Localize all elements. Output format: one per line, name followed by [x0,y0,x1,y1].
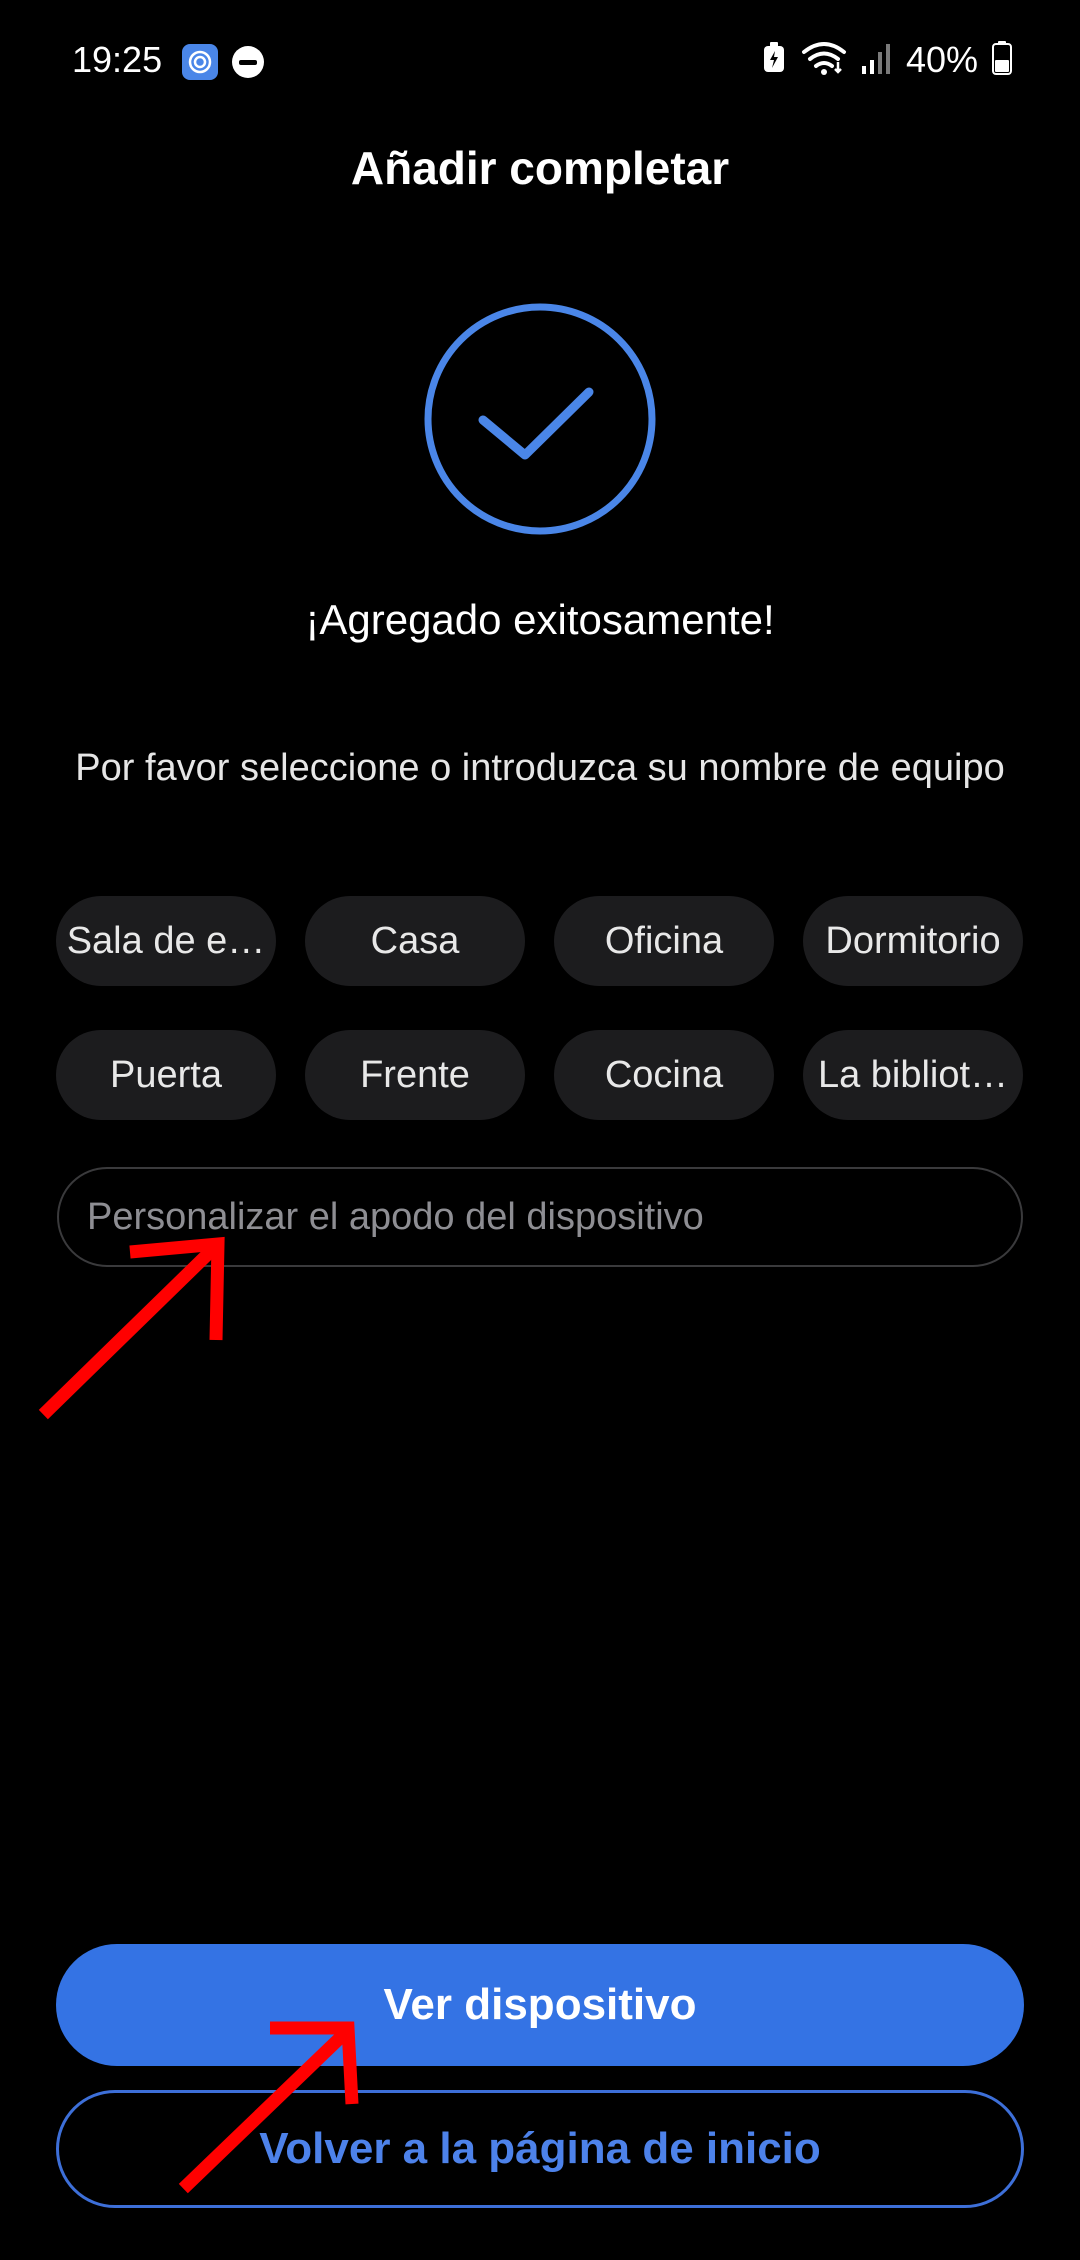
battery-percent: 40% [905,39,978,80]
chip-cocina[interactable]: Cocina [554,1030,774,1120]
page-title: Añadir completar [350,142,730,194]
chip-oficina[interactable]: Oficina [554,896,774,986]
device-name-chips: Sala de e… Casa Oficina Dormitorio Puert… [56,896,1024,1120]
chip-sala-de-estar[interactable]: Sala de e… [56,896,276,986]
app-notification-icon [182,44,218,80]
chip-dormitorio[interactable]: Dormitorio [803,896,1023,986]
view-device-button[interactable]: Ver dispositivo [56,1944,1024,2066]
status-bar: 19:25 40% [0,0,1080,120]
do-not-disturb-icon [232,46,264,78]
chip-biblioteca[interactable]: La bibliot… [803,1030,1023,1120]
back-to-home-button[interactable]: Volver a la página de inicio [56,2090,1024,2208]
status-right-icons: 40% [762,38,1012,82]
chip-frente[interactable]: Frente [305,1030,525,1120]
chip-casa[interactable]: Casa [305,896,525,986]
wifi-icon [800,40,848,81]
chip-puerta[interactable]: Puerta [56,1030,276,1120]
battery-saver-icon [762,41,786,79]
device-nickname-input[interactable] [57,1167,1023,1267]
battery-icon [992,40,1012,80]
signal-icon [861,42,892,79]
success-message: ¡Agregado exitosamente! [305,596,775,643]
instruction-text: Por favor seleccione o introduzca su nom… [75,747,1005,789]
checkmark-circle-icon [424,303,656,535]
status-time: 19:25 [72,39,163,80]
status-left-icons [182,44,264,80]
